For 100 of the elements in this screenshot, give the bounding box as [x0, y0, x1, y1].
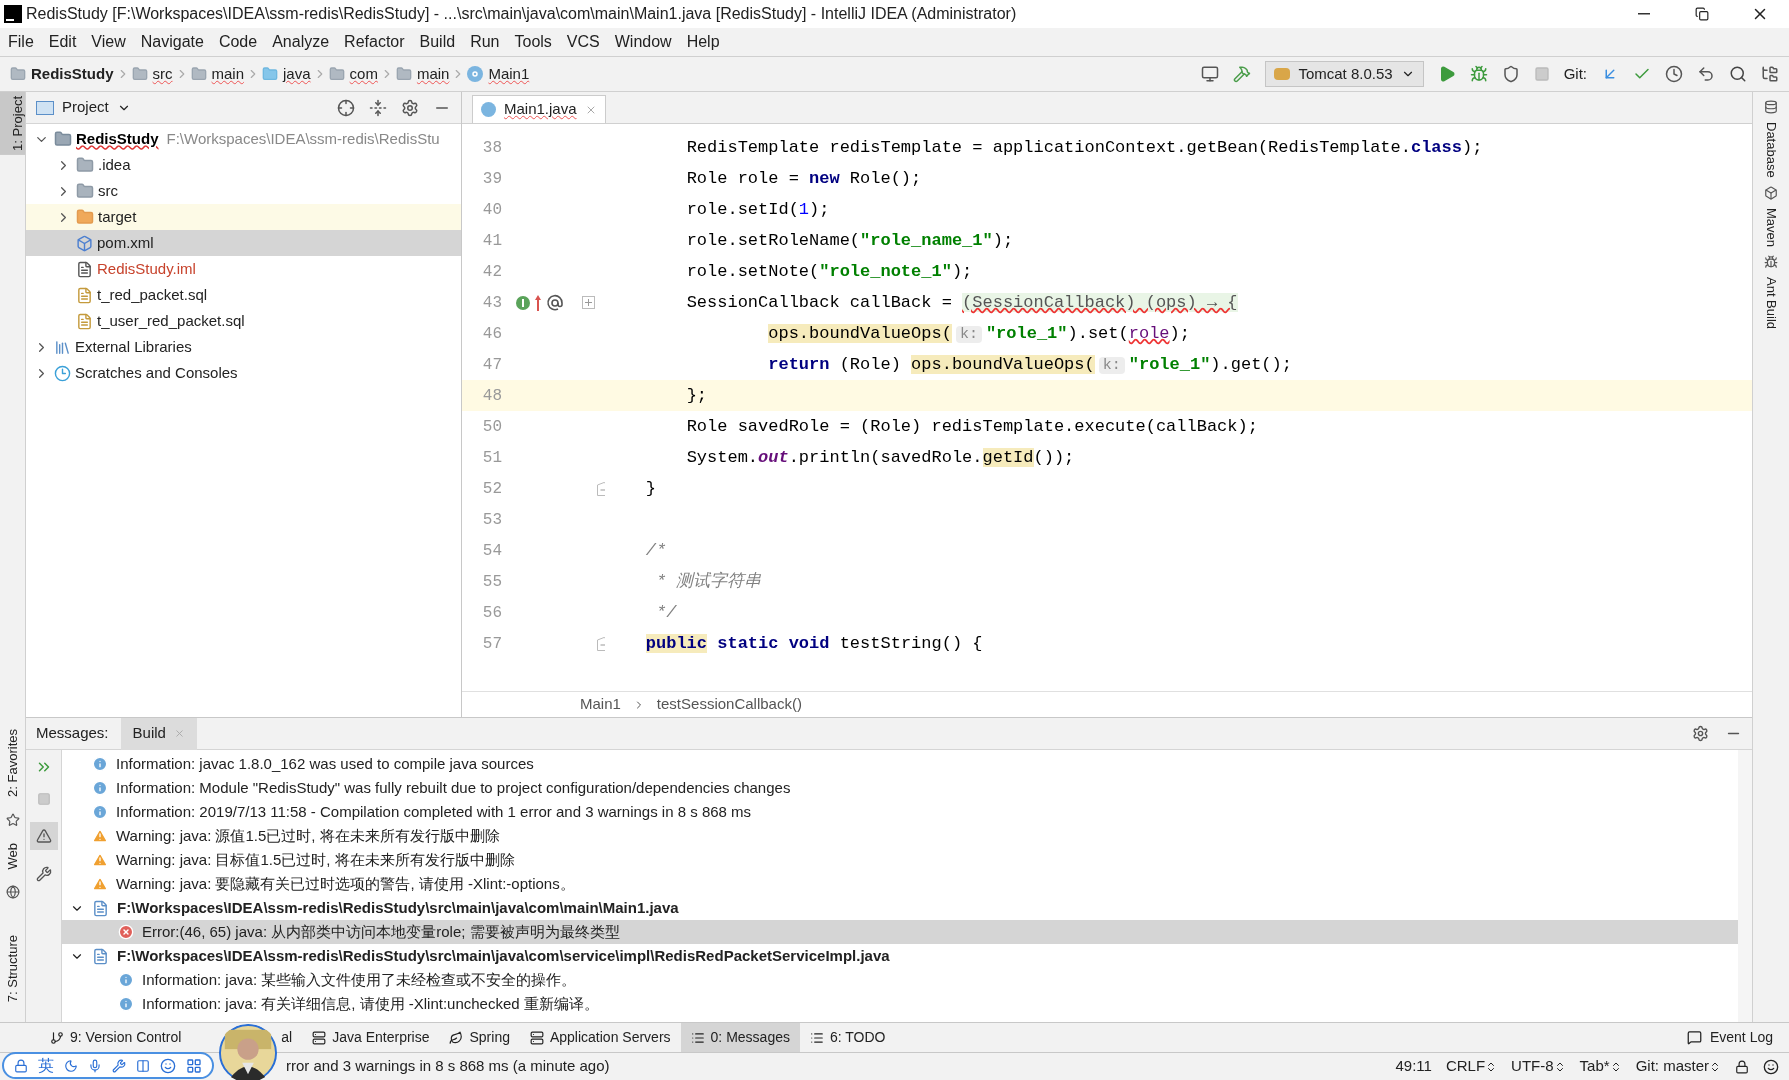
monitor-icon[interactable] [1201, 65, 1220, 83]
message-row[interactable]: Warning: java: 源值1.5已过时, 将在未来所有发行版中删除 [62, 824, 1738, 848]
implementation-icon[interactable] [516, 295, 530, 310]
collapse-icon[interactable] [369, 98, 387, 117]
message-row[interactable]: F:\Workspaces\IDEA\ssm-redis\RedisStudy\src\main\java\com\service\impl\RedisRedPacketServiceImpl.java [62, 944, 1738, 968]
tree-row[interactable]: RedisStudy.iml [26, 256, 461, 282]
menu-item[interactable]: Tools [514, 30, 552, 54]
tree-row[interactable]: .idea [26, 152, 461, 178]
menu-item[interactable]: Window [614, 30, 672, 54]
inspector-icon[interactable] [1763, 1058, 1779, 1075]
grid-icon[interactable] [186, 1057, 202, 1074]
tree-row[interactable]: External Libraries [26, 334, 461, 360]
wrench-icon[interactable] [35, 866, 52, 882]
input-method-toolbar[interactable]: 英 [2, 1052, 214, 1079]
breadcrumb-item[interactable]: Main1 [488, 62, 530, 86]
message-row[interactable]: Information: java: 有关详细信息, 请使用 -Xlint:unchecked 重新编译。 [62, 992, 1738, 1016]
code-line: System.out.println(savedRole.getId()); [685, 446, 1075, 469]
breadcrumb-item[interactable]: RedisStudy [31, 62, 114, 86]
tool-window-tab[interactable]: Java Enterprise [302, 1022, 440, 1053]
debug-icon[interactable] [1469, 65, 1488, 83]
line-number: 56 [481, 602, 502, 624]
message-row[interactable]: Warning: java: 要隐藏有关已过时选项的警告, 请使用 -Xlint:-options。 [62, 872, 1738, 896]
menu-item[interactable]: Edit [48, 30, 77, 54]
run-configuration-dropdown[interactable]: Tomcat 8.0.53 [1265, 61, 1424, 87]
settings-icon[interactable] [401, 98, 419, 117]
locate-icon[interactable] [337, 98, 355, 117]
menu-item[interactable]: Run [470, 30, 500, 54]
message-row[interactable]: Information: java: 某些输入文件使用了未经检查或不安全的操作。 [62, 968, 1738, 992]
line-separator-selector[interactable]: CRLF [1445, 1055, 1498, 1078]
branch-selector[interactable]: Git: master [1635, 1055, 1721, 1078]
editor-tab[interactable]: Main1.java [472, 95, 606, 123]
microphone-icon[interactable] [88, 1058, 102, 1073]
tree-row[interactable]: RedisStudy F:\Workspaces\IDEA\ssm-redis\RedisStu [26, 126, 461, 152]
breadcrumb-item[interactable]: testSessionCallback() [656, 693, 802, 716]
message-row[interactable]: Information: javac 1.8.0_162 was used to compile java sources [62, 752, 1738, 776]
tool-window-tab[interactable]: Ant Build [1761, 276, 1781, 329]
menu-item[interactable]: View [91, 30, 126, 54]
moon-icon[interactable] [64, 1058, 78, 1073]
breadcrumb-item[interactable]: main [211, 62, 245, 86]
history-icon[interactable] [1665, 65, 1683, 83]
tree-row[interactable]: Scratches and Consoles [26, 360, 461, 386]
tool-window-tab[interactable]: al [279, 1022, 303, 1053]
settings-icon[interactable] [1692, 725, 1709, 742]
message-row[interactable]: Information: Module "RedisStudy" was fully rebuilt due to project configuration/dependencies changes [62, 776, 1738, 800]
panel-tab[interactable]: Build [120, 717, 197, 750]
tool-window-tab[interactable]: 7: Structure [2, 931, 23, 1007]
breadcrumb-item[interactable]: java [283, 62, 311, 86]
menu-item[interactable]: Build [419, 30, 456, 54]
encoding-selector[interactable]: UTF-8 [1511, 1055, 1566, 1078]
tool-window-tab[interactable]: 6: TODO [799, 1022, 896, 1053]
tool-window-tab[interactable]: 0: Messages [680, 1022, 800, 1053]
tool-window-tab[interactable]: 9: Version Control [40, 1022, 192, 1053]
tree-row[interactable]: t_user_red_packet.sql [26, 308, 461, 334]
build-icon[interactable] [1233, 65, 1252, 83]
tree-row[interactable]: target [26, 204, 461, 230]
tree-item-label: .idea [98, 154, 131, 175]
caret-position[interactable]: 49:11 [1395, 1055, 1432, 1078]
tree-row[interactable]: t_red_packet.sql [26, 282, 461, 308]
menu-item[interactable]: Navigate [140, 30, 204, 54]
tool-window-tab[interactable]: Database [1761, 122, 1781, 178]
emoji-icon[interactable] [160, 1057, 176, 1074]
event-log-button[interactable]: Event Log [1686, 1027, 1773, 1048]
coverage-icon[interactable] [1501, 65, 1520, 83]
menu-item[interactable]: VCS [566, 30, 600, 54]
tool-window-tab[interactable]: 2: Favorites [2, 725, 23, 801]
at-sign-icon[interactable] [546, 293, 564, 312]
project-view-icon [36, 100, 54, 115]
menu-item[interactable]: Refactor [344, 30, 405, 54]
warnings-filter-button[interactable] [29, 822, 58, 850]
language-toggle[interactable]: 英 [38, 1053, 54, 1078]
breadcrumb-item[interactable]: src [152, 62, 173, 86]
revert-icon[interactable] [1697, 65, 1715, 83]
fold-icon[interactable] [582, 296, 595, 309]
indent-selector[interactable]: Tab* [1579, 1055, 1622, 1078]
message-text: Warning: java: 要隐藏有关已过时选项的警告, 请使用 -Xlint:-options。 [116, 873, 575, 894]
tree-row[interactable]: src [26, 178, 461, 204]
message-row[interactable]: Information: 2019/7/13 11:58 - Compilation completed with 1 error and 3 warnings in 8 s 868 ms [62, 800, 1738, 824]
tool-window-tab[interactable]: 1: Project [0, 92, 25, 155]
tool-window-tab[interactable]: Application Servers [519, 1022, 681, 1053]
message-row[interactable]: F:\Workspaces\IDEA\ssm-redis\RedisStudy\src\main\java\com\main\Main1.java [62, 896, 1738, 920]
lock-icon[interactable] [1735, 1059, 1749, 1074]
message-row[interactable]: Error:(46, 65) java: 从内部类中访问本地变量role; 需要被声明为最终类型 [62, 920, 1738, 944]
menu-item[interactable]: Code [218, 30, 258, 54]
search-icon[interactable] [1729, 65, 1747, 83]
menu-item[interactable]: File [8, 30, 34, 54]
menu-item[interactable]: Help [686, 30, 720, 54]
message-row[interactable]: Warning: java: 目标值1.5已过时, 将在未来所有发行版中删除 [62, 848, 1738, 872]
breadcrumb-item[interactable]: main [416, 62, 450, 86]
breadcrumb-item[interactable]: com [349, 62, 378, 86]
tool-window-tab[interactable]: Maven [1761, 207, 1781, 247]
info-icon [92, 804, 108, 820]
menu-item[interactable]: Analyze [272, 30, 330, 54]
tree-row[interactable]: pom.xml [26, 230, 461, 256]
tool-window-tab[interactable]: Spring [439, 1022, 520, 1053]
arrow-up-icon[interactable] [534, 293, 542, 312]
wrench-icon[interactable] [112, 1058, 126, 1073]
project-structure-icon[interactable] [1761, 65, 1779, 83]
panel-title[interactable]: Project [62, 96, 109, 119]
breadcrumb-item[interactable]: Main1 [580, 693, 621, 716]
tool-window-tab[interactable]: Web [2, 838, 23, 874]
